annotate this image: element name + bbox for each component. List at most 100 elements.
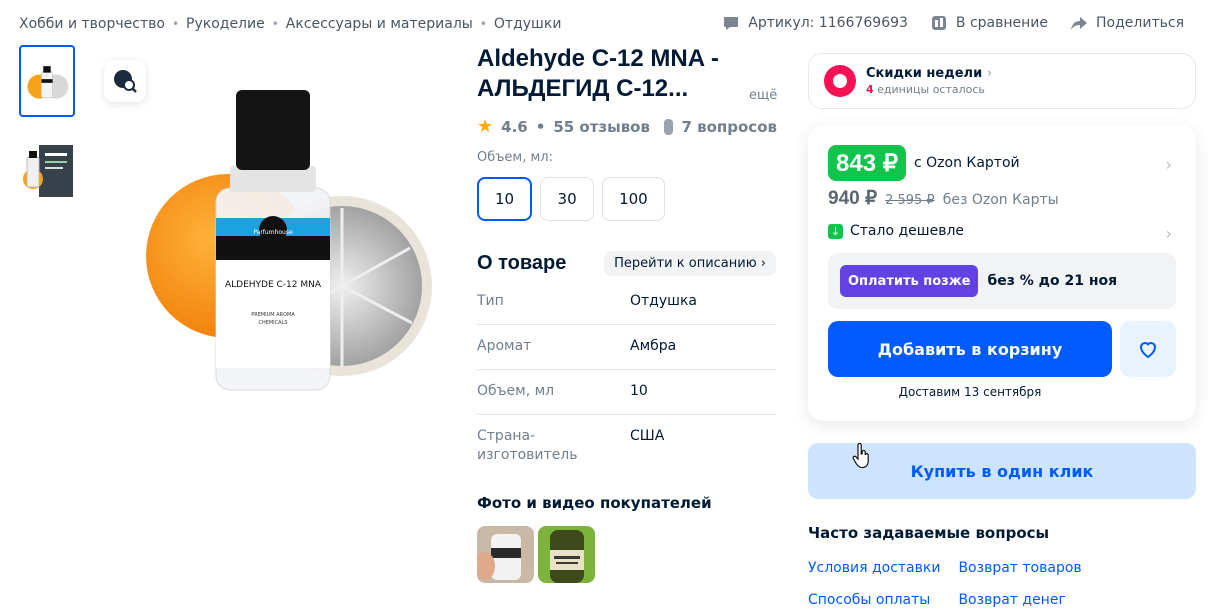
customer-photo-image	[477, 526, 534, 583]
thumbnail-image	[19, 131, 75, 203]
questions-icon	[663, 119, 674, 135]
article-label: Артикул: 1166769693	[748, 15, 908, 31]
card-price: 843 ₽	[828, 145, 906, 181]
rating-value: 4.6	[501, 118, 528, 136]
thumbnail-2[interactable]	[19, 131, 75, 203]
go-to-description-label: Перейти к описанию	[614, 256, 757, 271]
breadcrumb: Хобби и творчество • Рукоделие • Аксессу…	[19, 16, 561, 32]
promo-title-label: Скидки недели	[866, 66, 983, 81]
faq-link-delivery[interactable]: Условия доставки	[808, 560, 940, 576]
chat-icon	[724, 17, 739, 30]
chevron-right-icon[interactable]: ›	[1166, 155, 1172, 174]
faq-links: Условия доставки Возврат товаров Способы…	[808, 560, 1108, 608]
pay-later-block: Оплатить позже без % до 21 ноя	[828, 253, 1176, 309]
pay-later-text: без % до 21 ноя	[987, 273, 1118, 289]
breadcrumb-item[interactable]: Отдушки	[494, 16, 562, 32]
old-price: 2 595 ₽	[885, 193, 935, 208]
delivery-date: Доставим 13 сентября	[898, 385, 1042, 399]
no-card-price: 940 ₽	[828, 188, 878, 209]
rating-row[interactable]: ★ 4.6 • 55 отзывов 7 вопросов	[477, 116, 777, 137]
thumbnail-image	[21, 47, 73, 115]
article-number[interactable]: Артикул: 1166769693	[722, 14, 908, 32]
breadcrumb-separator: •	[271, 17, 279, 31]
faq-link-returns[interactable]: Возврат товаров	[958, 560, 1081, 576]
card-price-label: с Ozon Картой	[913, 155, 1020, 171]
favorite-button[interactable]	[1120, 321, 1176, 377]
faq-link-payment[interactable]: Способы оплаты	[808, 592, 940, 608]
volume-option-30[interactable]: 30	[540, 177, 595, 221]
breadcrumb-item[interactable]: Рукоделие	[186, 16, 265, 32]
product-title: Aldehyde C-12 MNA - АЛЬДЕГИД С-12...	[477, 45, 719, 102]
spec-key: Объем, мл	[477, 383, 555, 399]
buy-box: 843 ₽ с Ozon Картой › 940 ₽ 2 595 ₽ без …	[808, 125, 1196, 421]
bottle-sub-text-1: PREMIUM AROMA	[251, 312, 295, 318]
breadcrumb-item[interactable]: Хобби и творчество	[19, 16, 165, 32]
spec-table: Тип Отдушка Аромат Амбра Объем, мл 10 Ст…	[477, 280, 776, 478]
spec-key: Аромат	[477, 338, 532, 354]
chevron-right-icon: ›	[986, 66, 993, 81]
volume-option-10[interactable]: 10	[477, 177, 533, 221]
promo-title: Скидки недели ›	[866, 66, 992, 81]
card-price-row[interactable]: 843 ₽ с Ozon Картой	[828, 145, 1020, 181]
rating-separator: •	[535, 118, 546, 136]
volume-option-100[interactable]: 100	[602, 177, 665, 221]
bottle-sub-text-2: CHEMICALS	[258, 320, 287, 326]
customer-photo-2[interactable]	[538, 526, 595, 583]
breadcrumb-item[interactable]: Аксессуары и материалы	[286, 16, 473, 32]
questions-count[interactable]: 7 вопросов	[681, 118, 777, 136]
spec-row: Тип Отдушка	[477, 280, 776, 325]
customer-photo-1[interactable]	[477, 526, 534, 583]
arrow-down-icon: ↓	[828, 223, 843, 239]
top-actions: Артикул: 1166769693 В сравнение Поделить…	[722, 14, 1184, 32]
share-label: Поделиться	[1096, 15, 1184, 31]
compare-button[interactable]: В сравнение	[930, 14, 1048, 32]
discount-icon	[824, 65, 856, 97]
zoom-button[interactable]	[104, 60, 146, 102]
spec-key: Страна-изготовитель	[477, 428, 578, 463]
customer-photo-image	[538, 526, 595, 583]
faq-link-refund[interactable]: Возврат денег	[958, 592, 1081, 608]
add-to-cart-button[interactable]: Добавить в корзину	[828, 321, 1112, 377]
about-title: О товаре	[477, 252, 567, 274]
volume-label: Объем, мл:	[477, 150, 554, 165]
promo-sub-label: единицы осталось	[877, 83, 985, 96]
spec-row: Страна-изготовитель США	[477, 415, 776, 478]
reviews-count[interactable]: 55 отзывов	[553, 118, 650, 136]
spec-value: Амбра	[630, 338, 677, 354]
spec-row: Объем, мл 10	[477, 370, 776, 415]
about-header: О товаре Перейти к описанию ›	[477, 251, 776, 276]
zoom-search-icon	[114, 70, 137, 93]
share-button[interactable]: Поделиться	[1070, 14, 1184, 32]
promo-text: Скидки недели › 4 единицы осталось	[866, 66, 992, 96]
top-bar: Хобби и творчество • Рукоделие • Аксессу…	[0, 0, 1212, 48]
title-more-link[interactable]: ещё	[749, 88, 777, 103]
heart-icon	[1139, 342, 1157, 359]
promo-subtitle: 4 единицы осталось	[866, 83, 992, 96]
spec-value: 10	[630, 383, 648, 399]
product-main-image[interactable]: Parfumhouse ALDEHYDE C-12 MNA PREMIUM AR…	[100, 48, 460, 448]
chevron-right-icon[interactable]: ›	[1166, 224, 1172, 243]
volume-options: 10 30 100	[477, 177, 777, 221]
no-card-label: без Ozon Карты	[942, 192, 1059, 208]
price-dropped-label: Стало дешевле	[850, 223, 965, 239]
hand-cursor-icon	[852, 443, 869, 469]
spec-value: Отдушка	[630, 293, 697, 309]
faq-title: Часто задаваемые вопросы	[808, 524, 1050, 542]
pay-later-button[interactable]: Оплатить позже	[840, 265, 979, 297]
no-card-price-row: 940 ₽ 2 595 ₽ без Ozon Карты	[828, 187, 1059, 210]
breadcrumb-separator: •	[171, 17, 180, 31]
thumbnail-list	[19, 45, 75, 217]
breadcrumb-separator: •	[479, 17, 487, 31]
price-dropped-row[interactable]: ↓ Стало дешевле	[828, 223, 964, 239]
product-photo: Parfumhouse ALDEHYDE C-12 MNA PREMIUM AR…	[146, 90, 432, 391]
thumbnail-1[interactable]	[19, 45, 75, 117]
bottle-brand-text: Parfumhouse	[253, 229, 293, 236]
compare-icon	[931, 16, 946, 30]
star-icon: ★	[477, 116, 494, 137]
spec-row: Аромат Амбра	[477, 325, 776, 370]
spec-key: Тип	[477, 293, 504, 309]
go-to-description-link[interactable]: Перейти к описанию ›	[604, 251, 776, 276]
weekly-discount-banner[interactable]: Скидки недели › 4 единицы осталось	[808, 53, 1196, 109]
spec-value: США	[630, 428, 665, 444]
share-icon	[1071, 17, 1088, 30]
